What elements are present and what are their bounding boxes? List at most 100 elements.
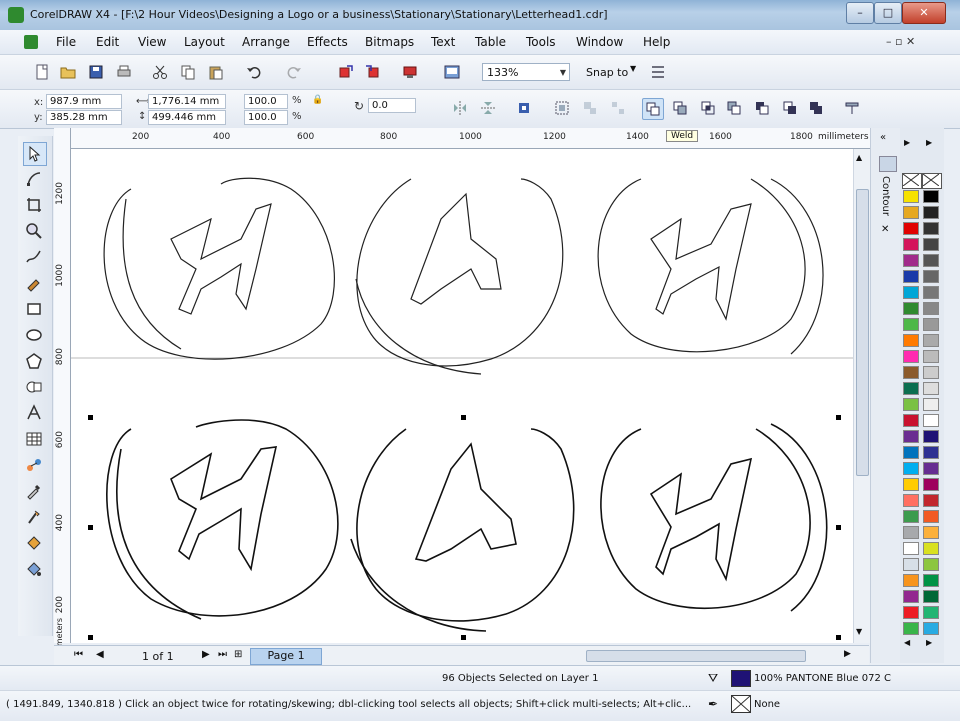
color-swatch[interactable] (903, 382, 919, 395)
palette-menu-icon[interactable]: ▶ (926, 138, 932, 147)
menu-effects[interactable]: Effects (307, 35, 348, 49)
export-icon[interactable] (362, 62, 382, 82)
docker-collapse-icon[interactable]: « (880, 132, 886, 143)
previous-page-icon[interactable]: ◀ (96, 649, 104, 660)
color-swatch[interactable] (923, 190, 939, 203)
zoom-tool-icon[interactable] (23, 220, 45, 242)
color-swatch[interactable] (903, 366, 919, 379)
color-swatch[interactable] (923, 286, 939, 299)
x-position-field[interactable]: 987.9 mm (46, 94, 122, 109)
simplify-icon[interactable] (724, 98, 744, 118)
y-position-field[interactable]: 385.28 mm (46, 110, 122, 125)
no-outline-swatch[interactable] (922, 173, 942, 189)
vertical-scroll-thumb[interactable] (856, 189, 869, 476)
color-swatch[interactable] (903, 270, 919, 283)
undo-icon[interactable] (244, 62, 264, 82)
intersect-icon[interactable] (698, 98, 718, 118)
chevron-down-icon[interactable]: ▼ (630, 64, 636, 73)
snap-to-label[interactable]: Snap to (586, 66, 628, 79)
drawing-canvas[interactable] (71, 149, 853, 643)
first-page-icon[interactable]: ⏮ (74, 649, 83, 660)
application-launcher-icon[interactable] (400, 62, 420, 82)
color-swatch[interactable] (923, 494, 939, 507)
color-swatch[interactable] (923, 590, 939, 603)
color-swatch[interactable] (923, 302, 939, 315)
color-swatch[interactable] (923, 558, 939, 571)
scroll-down-icon[interactable]: ▼ (856, 627, 862, 636)
text-tool-icon[interactable] (23, 402, 45, 424)
ruler-origin[interactable] (54, 128, 71, 149)
menu-table[interactable]: Table (475, 35, 506, 49)
color-swatch[interactable] (903, 542, 919, 555)
scale-x-field[interactable]: 100.0 (244, 94, 288, 109)
page-tab[interactable]: Page 1 (250, 648, 322, 665)
menu-arrange[interactable]: Arrange (242, 35, 290, 49)
docker-close-icon[interactable]: ✕ (881, 224, 889, 235)
menu-edit[interactable]: Edit (96, 35, 119, 49)
height-field[interactable]: 499.446 mm (148, 110, 226, 125)
ungroup-all-icon[interactable] (608, 98, 628, 118)
mirror-horizontal-icon[interactable] (450, 98, 470, 118)
zoom-level-combo[interactable]: 133% ▼ (482, 63, 570, 81)
color-swatch[interactable] (903, 222, 919, 235)
redo-icon[interactable] (284, 62, 304, 82)
last-page-icon[interactable]: ⏭ (218, 649, 227, 660)
mdi-controls[interactable]: – ▫ ✕ (886, 35, 915, 48)
color-swatch[interactable] (903, 446, 919, 459)
rotation-field[interactable]: 0.0 (368, 98, 416, 113)
color-swatch[interactable] (903, 238, 919, 251)
basic-shapes-tool-icon[interactable] (23, 376, 45, 398)
color-swatch[interactable] (923, 270, 939, 283)
copy-icon[interactable] (178, 62, 198, 82)
color-swatch[interactable] (923, 366, 939, 379)
scroll-up-icon[interactable]: ▲ (856, 153, 862, 162)
menu-view[interactable]: View (138, 35, 166, 49)
color-swatch[interactable] (923, 446, 939, 459)
palette-scroll-down-icon[interactable]: ◀ (904, 638, 910, 647)
color-swatch[interactable] (903, 302, 919, 315)
color-swatch[interactable] (923, 222, 939, 235)
bottom-row-logos[interactable] (106, 419, 828, 632)
fill-color-swatch[interactable] (731, 670, 751, 687)
color-swatch[interactable] (923, 430, 939, 443)
top-row-logos[interactable] (103, 177, 824, 375)
ellipse-tool-icon[interactable] (23, 324, 45, 346)
scale-y-field[interactable]: 100.0 (244, 110, 288, 125)
polygon-tool-icon[interactable] (23, 350, 45, 372)
color-swatch[interactable] (923, 622, 939, 635)
color-swatch[interactable] (923, 398, 939, 411)
paste-icon[interactable] (206, 62, 226, 82)
color-swatch[interactable] (903, 286, 919, 299)
weld-icon[interactable] (642, 98, 664, 120)
outline-tool-icon[interactable] (23, 506, 45, 528)
color-swatch[interactable] (923, 206, 939, 219)
color-swatch[interactable] (903, 558, 919, 571)
new-document-icon[interactable] (32, 62, 52, 82)
cut-icon[interactable] (150, 62, 170, 82)
welcome-screen-icon[interactable] (442, 62, 462, 82)
minimize-button[interactable]: – (846, 2, 874, 24)
interactive-blend-tool-icon[interactable] (23, 454, 45, 476)
menu-file[interactable]: File (56, 35, 76, 49)
horizontal-scroll-thumb[interactable] (586, 650, 806, 662)
next-page-icon[interactable]: ▶ (202, 649, 210, 660)
color-swatch[interactable] (903, 574, 919, 587)
lock-ratio-icon[interactable]: 🔒 (312, 95, 323, 105)
mirror-vertical-icon[interactable] (478, 98, 498, 118)
color-swatch[interactable] (903, 430, 919, 443)
color-swatch[interactable] (923, 462, 939, 475)
contour-docker-icon[interactable] (879, 156, 897, 172)
color-swatch[interactable] (903, 350, 919, 363)
color-swatch[interactable] (923, 254, 939, 267)
eyedropper-tool-icon[interactable] (23, 480, 45, 502)
pick-tool-icon[interactable] (23, 142, 47, 166)
color-swatch[interactable] (923, 606, 939, 619)
menu-text[interactable]: Text (431, 35, 455, 49)
ungroup-icon[interactable] (580, 98, 600, 118)
scroll-right-icon[interactable]: ▶ (844, 649, 851, 659)
menu-tools[interactable]: Tools (526, 35, 556, 49)
menu-bitmaps[interactable]: Bitmaps (365, 35, 414, 49)
coreldraw-app-icon[interactable] (8, 7, 24, 23)
color-swatch[interactable] (923, 318, 939, 331)
add-page-icon[interactable]: ⊞ (234, 649, 242, 660)
